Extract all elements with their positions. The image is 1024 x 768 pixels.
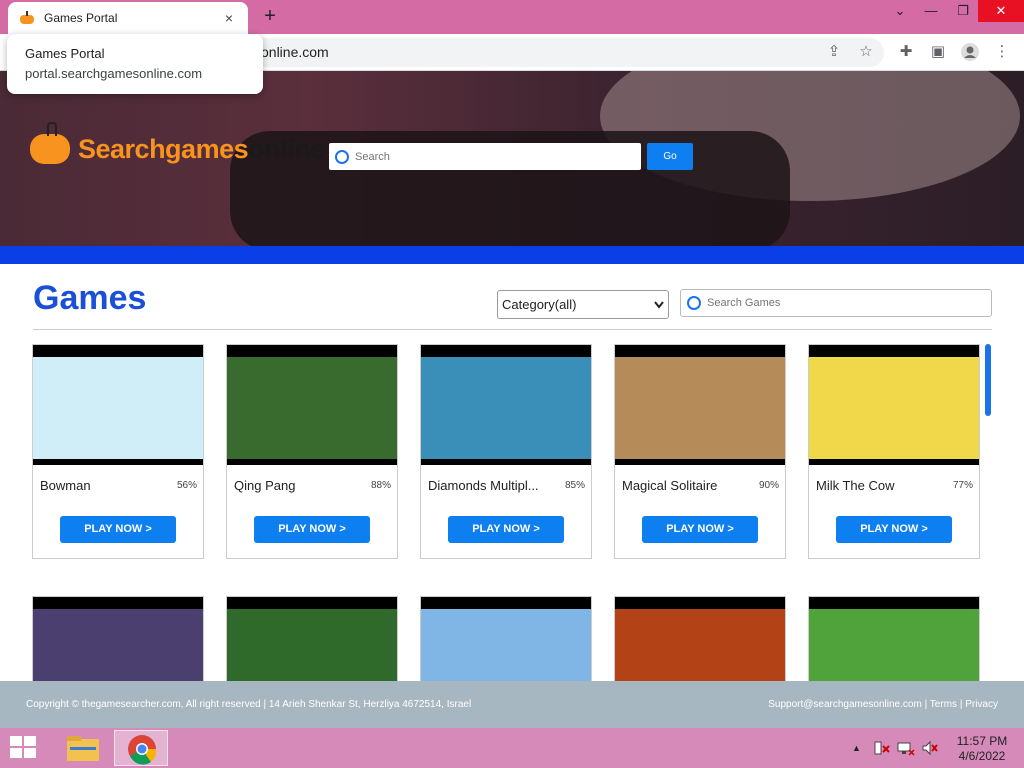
games-search[interactable]	[680, 289, 992, 317]
game-thumbnail[interactable]	[33, 597, 203, 690]
terms-link[interactable]: Terms	[930, 699, 957, 710]
share-icon[interactable]: ⇪	[824, 42, 844, 62]
game-rating: 90%	[758, 480, 779, 491]
action-center-icon[interactable]	[873, 740, 891, 759]
game-thumbnail[interactable]	[33, 345, 203, 465]
game-title[interactable]: Diamonds Multipl...	[428, 478, 546, 493]
site-footer: Copyright © thegamesearcher.com, All rig…	[0, 681, 1024, 728]
new-tab-button[interactable]: +	[258, 5, 282, 29]
divider	[33, 329, 992, 330]
privacy-link[interactable]: Privacy	[965, 699, 998, 710]
menu-icon[interactable]: ⋮	[992, 42, 1012, 62]
sidepanel-icon[interactable]: ▣	[928, 42, 948, 62]
game-thumbnail[interactable]	[227, 345, 397, 465]
game-card[interactable]: Qing Pang 88% PLAY NOW >	[226, 344, 398, 559]
game-title[interactable]: Milk The Cow	[816, 478, 934, 493]
game-thumbnail[interactable]	[809, 597, 979, 690]
header-search[interactable]	[329, 143, 641, 170]
avatar	[961, 43, 979, 61]
show-hidden-icons[interactable]: ▲	[852, 743, 861, 753]
profile-icon[interactable]	[960, 42, 980, 62]
clock-date: 4/6/2022	[958, 749, 1006, 763]
site-logo[interactable]: Searchgames online	[30, 122, 325, 174]
play-now-button[interactable]: PLAY NOW >	[642, 516, 758, 543]
tab-search-icon[interactable]: ⌄	[886, 0, 914, 22]
logo-text-primary: Searchgames	[78, 133, 249, 164]
star-icon[interactable]: ☆	[856, 42, 876, 62]
system-clock[interactable]: 11:57 PM 4/6/2022	[950, 734, 1014, 764]
network-icon[interactable]	[897, 740, 915, 759]
game-title[interactable]: Magical Solitaire	[622, 478, 740, 493]
search-icon	[687, 296, 701, 310]
game-thumbnail[interactable]	[615, 345, 785, 465]
address-url: online.com	[261, 44, 329, 60]
gamepad-icon	[30, 122, 70, 164]
restore-button[interactable]: ❐	[948, 0, 978, 22]
page-title: Games	[33, 279, 147, 317]
chrome-icon[interactable]	[114, 730, 168, 766]
game-thumbnail[interactable]	[615, 597, 785, 690]
hover-card-url: portal.searchgamesonline.com	[25, 66, 203, 81]
game-card[interactable]	[420, 596, 592, 691]
games-search-input[interactable]	[707, 297, 977, 309]
hover-card-title: Games Portal	[25, 46, 105, 61]
taskbar: ▲ 11:57 PM 4/6/2022	[0, 728, 1024, 768]
play-now-button[interactable]: PLAY NOW >	[60, 516, 176, 543]
game-rating: 56%	[176, 480, 197, 491]
game-card[interactable]: Milk The Cow 77% PLAY NOW >	[808, 344, 980, 559]
category-select[interactable]: Category(all)	[497, 290, 669, 319]
category-select-value: Category(all)	[502, 297, 577, 312]
game-rating: 85%	[564, 480, 585, 491]
game-thumbnail[interactable]	[421, 597, 591, 690]
game-card[interactable]	[614, 596, 786, 691]
game-title[interactable]: Qing Pang	[234, 478, 352, 493]
play-now-button[interactable]: PLAY NOW >	[836, 516, 952, 543]
game-card[interactable]: Magical Solitaire 90% PLAY NOW >	[614, 344, 786, 559]
file-explorer-icon[interactable]	[56, 730, 110, 766]
go-button[interactable]: Go	[647, 143, 693, 170]
game-thumbnail[interactable]	[809, 345, 979, 465]
game-card[interactable]	[226, 596, 398, 691]
header-search-input[interactable]	[355, 150, 625, 163]
tab-hover-card: Games Portal portal.searchgamesonline.co…	[7, 34, 263, 94]
game-thumbnail[interactable]	[421, 345, 591, 465]
support-link[interactable]: Support@searchgamesonline.com	[768, 699, 922, 710]
chevron-down-icon	[654, 300, 664, 309]
game-card[interactable]: Bowman 56% PLAY NOW >	[32, 344, 204, 559]
footer-links: Support@searchgamesonline.com | Terms | …	[768, 699, 998, 710]
game-card[interactable]: Diamonds Multipl... 85% PLAY NOW >	[420, 344, 592, 559]
copyright-text: Copyright © thegamesearcher.com, All rig…	[26, 699, 472, 710]
tab-games-portal[interactable]: Games Portal ×	[8, 2, 248, 34]
game-card[interactable]	[808, 596, 980, 691]
tab-title: Games Portal	[44, 11, 118, 25]
volume-muted-icon[interactable]	[921, 740, 939, 759]
logo-text-secondary: online	[248, 133, 325, 164]
scrollbar-thumb[interactable]	[985, 344, 991, 416]
clock-time: 11:57 PM	[956, 734, 1008, 748]
game-thumbnail[interactable]	[227, 597, 397, 690]
close-window-button[interactable]: ✕	[978, 0, 1024, 22]
header-band	[0, 246, 1024, 264]
gamepad-icon	[20, 11, 34, 24]
play-now-button[interactable]: PLAY NOW >	[254, 516, 370, 543]
game-rating: 77%	[952, 480, 973, 491]
game-rating: 88%	[370, 480, 391, 491]
game-card[interactable]	[32, 596, 204, 691]
tab-close-icon[interactable]: ×	[220, 10, 238, 26]
tab-strip: Games Portal × + ⌄ — ❐ ✕	[0, 0, 1024, 34]
extensions-icon[interactable]: ✚	[896, 42, 916, 62]
start-button[interactable]	[10, 736, 38, 760]
play-now-button[interactable]: PLAY NOW >	[448, 516, 564, 543]
minimize-button[interactable]: —	[916, 0, 946, 22]
search-icon	[335, 149, 349, 164]
game-title[interactable]: Bowman	[40, 478, 158, 493]
